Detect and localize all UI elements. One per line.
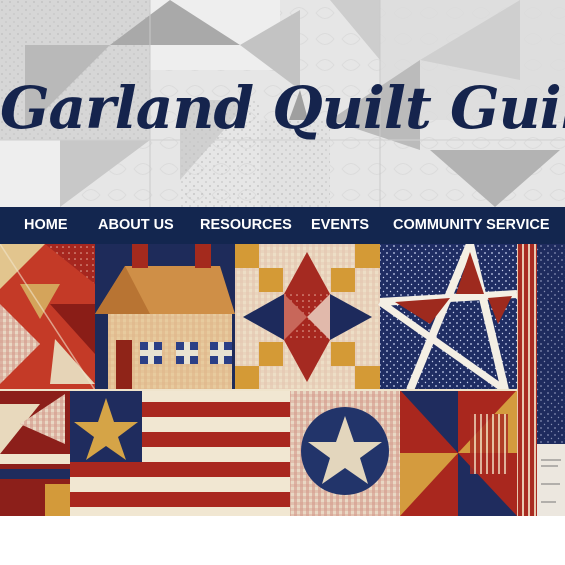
main-navigation: HOME ABOUT US RESOURCES EVENTS COMMUNITY… xyxy=(0,207,565,244)
americana-quilt-illustration xyxy=(0,244,565,516)
nav-about-us[interactable]: ABOUT US xyxy=(98,207,174,244)
nav-events[interactable]: EVENTS xyxy=(311,207,369,244)
site-header: Garland Quilt Guild xyxy=(0,0,565,207)
nav-home[interactable]: HOME xyxy=(24,207,68,244)
site-title[interactable]: Garland Quilt Guild xyxy=(0,68,565,148)
quilt-banner-image xyxy=(0,244,565,516)
nav-community-service[interactable]: COMMUNITY SERVICE xyxy=(393,207,550,244)
nav-resources[interactable]: RESOURCES xyxy=(200,207,292,244)
page-whitespace xyxy=(0,516,565,565)
